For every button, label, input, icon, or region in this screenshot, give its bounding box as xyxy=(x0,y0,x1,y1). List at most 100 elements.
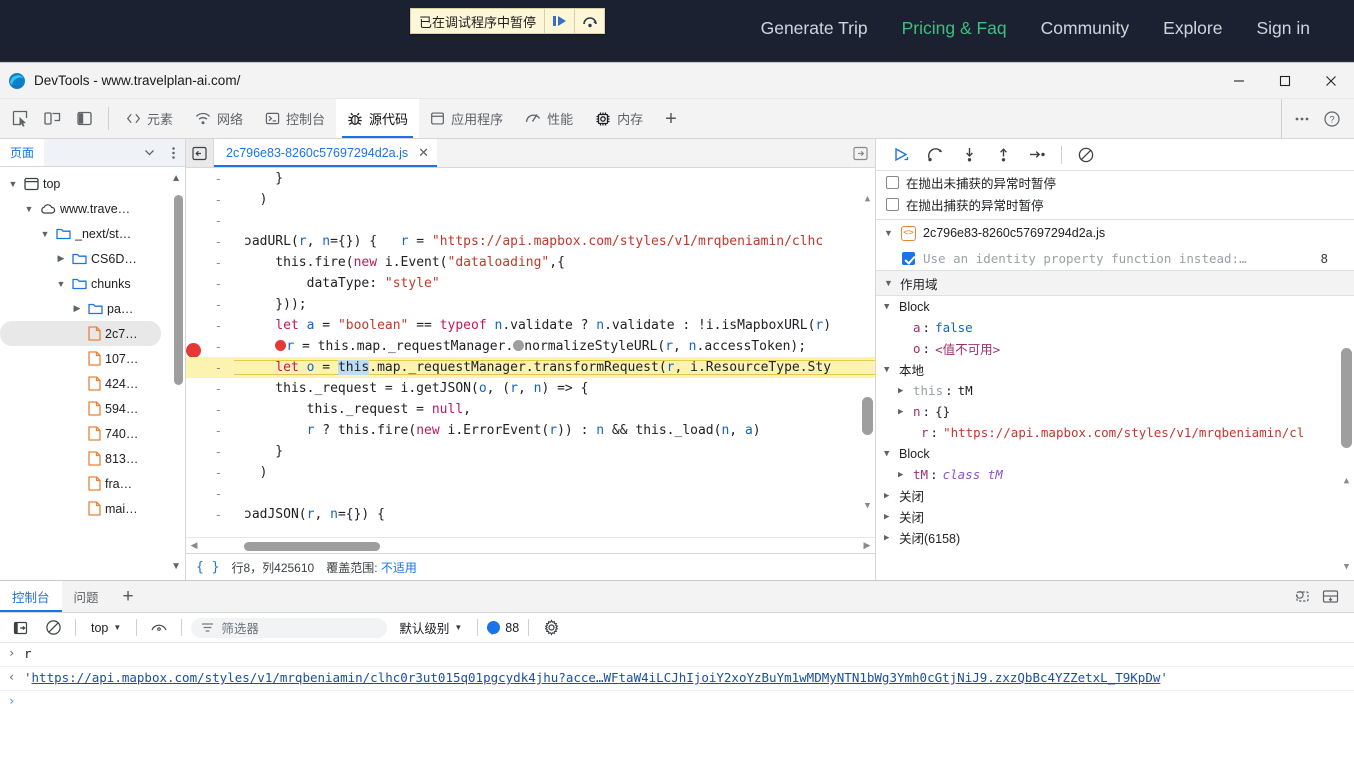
scope-variable-row[interactable]: a: false xyxy=(876,317,1354,338)
line-gutter[interactable]: - xyxy=(186,361,234,375)
no-entry-icon[interactable] xyxy=(40,616,66,640)
breakpoint-enabled-checkbox[interactable] xyxy=(902,251,915,265)
line-gutter[interactable]: - xyxy=(186,214,234,228)
issues-badge[interactable]: 88 xyxy=(487,621,519,635)
breakpoint-file-row[interactable]: ▼ <> 2c796e83-8260c57697294d2a.js xyxy=(876,220,1354,246)
code-line[interactable]: - ɔadURL(r, n={}) { r = "https://api.mapb… xyxy=(186,231,875,252)
line-gutter[interactable]: - xyxy=(186,424,234,438)
window-close-button[interactable] xyxy=(1308,63,1354,99)
chevron-right-icon[interactable]: ▶ xyxy=(898,407,908,417)
file-tree-item[interactable]: ▼ top xyxy=(0,171,185,196)
code-line[interactable]: - xyxy=(186,483,875,504)
scope-section-row[interactable]: ▶ 关闭 xyxy=(876,506,1354,527)
line-gutter[interactable]: - xyxy=(186,382,234,396)
scope-section-header[interactable]: ▼ 作用域 xyxy=(876,270,1354,296)
scope-variable-row[interactable]: ▶ tM: class tM xyxy=(876,464,1354,485)
file-tree-item[interactable]: ▼ _next/st… xyxy=(0,221,185,246)
file-tree-scrollbar[interactable]: ▲ ▼ xyxy=(171,173,183,572)
file-tree-item[interactable]: ▼ chunks xyxy=(0,271,185,296)
chevron-down-icon[interactable]: ▼ xyxy=(54,279,68,289)
chevron-right-icon[interactable]: ▶ xyxy=(884,491,894,501)
editor-tab-file[interactable]: 2c796e83-8260c57697294d2a.js ✕ xyxy=(214,139,438,167)
file-tree-item[interactable]: 594… xyxy=(0,396,185,421)
scroll-up-arrow-icon[interactable]: ▲ xyxy=(862,192,873,206)
line-gutter[interactable]: - xyxy=(186,403,234,417)
code-line[interactable]: - this.fire(new i.Event("dataloading",{ xyxy=(186,252,875,273)
resume-script-icon[interactable] xyxy=(886,142,916,168)
file-tree-item[interactable]: mai… xyxy=(0,496,185,521)
code-line[interactable]: - r = this.map._requestManager. normalize… xyxy=(186,336,875,358)
scroll-up-arrow-icon[interactable]: ▲ xyxy=(171,173,181,184)
nav-link-generate-trip[interactable]: Generate Trip xyxy=(761,18,868,39)
tab-performance[interactable]: 性能 xyxy=(514,99,584,138)
breakpoint-marker-icon[interactable] xyxy=(186,342,201,358)
line-gutter[interactable]: - xyxy=(186,508,234,522)
file-tree-item[interactable]: ▼ www.trave… xyxy=(0,196,185,221)
coverage-status[interactable]: 覆盖范围: 不适用 xyxy=(326,559,417,576)
restore-drawer-icon[interactable] xyxy=(1288,585,1312,609)
inspect-element-icon[interactable] xyxy=(6,105,34,133)
code-line[interactable]: - ) xyxy=(186,462,875,483)
pause-caught-exceptions-row[interactable]: 在抛出捕获的异常时暂停 xyxy=(876,193,1354,215)
chevron-down-icon[interactable]: ▼ xyxy=(38,229,52,239)
chevron-down-icon[interactable]: ▼ xyxy=(884,365,894,375)
nav-link-explore[interactable]: Explore xyxy=(1163,18,1222,39)
pause-caught-exceptions-checkbox[interactable] xyxy=(886,197,899,211)
resume-script-icon[interactable] xyxy=(544,9,574,33)
line-gutter[interactable]: - xyxy=(186,235,234,249)
step-into-icon[interactable] xyxy=(954,142,984,168)
tab-sources[interactable]: 源代码 xyxy=(336,99,420,138)
file-tree-item[interactable]: fra… xyxy=(0,471,185,496)
code-line[interactable]: - let o = this.map._requestManager.trans… xyxy=(186,357,875,378)
chevron-right-icon[interactable]: ▶ xyxy=(54,253,68,264)
tab-elements[interactable]: 元素 xyxy=(115,99,184,138)
line-gutter[interactable]: - xyxy=(186,466,234,480)
pause-uncaught-exceptions-row[interactable]: 在抛出未捕获的异常时暂停 xyxy=(876,171,1354,193)
line-gutter[interactable]: - xyxy=(186,193,234,207)
step-out-icon[interactable] xyxy=(988,142,1018,168)
clear-console-icon[interactable] xyxy=(8,616,34,640)
device-toolbar-icon[interactable] xyxy=(38,105,66,133)
scope-section-row[interactable]: ▼ Block xyxy=(876,443,1354,464)
code-line[interactable]: - })); xyxy=(186,294,875,315)
chevron-down-icon[interactable] xyxy=(137,139,161,166)
scope-variable-row[interactable]: ▶ this: tM xyxy=(876,380,1354,401)
code-line[interactable]: - r ? this.fire(new i.ErrorEvent(r)) : n… xyxy=(186,420,875,441)
scope-scroll-down-arrow-icon[interactable]: ▼ xyxy=(1341,560,1352,574)
chevron-right-icon[interactable]: ▶ xyxy=(884,533,894,543)
chevron-right-icon[interactable]: ▶ xyxy=(898,386,908,396)
open-in-new-icon[interactable] xyxy=(845,139,875,167)
pretty-print-button[interactable]: { } xyxy=(196,560,219,575)
scroll-down-arrow-icon[interactable]: ▼ xyxy=(862,499,873,513)
chevron-down-icon[interactable]: ▼ xyxy=(884,449,894,459)
scroll-left-arrow-icon[interactable]: ◀ xyxy=(186,540,202,551)
code-horizontal-scrollbar[interactable]: ◀ ▶ xyxy=(186,537,875,553)
code-line[interactable]: - this._request = i.getJSON(o, (r, n) =>… xyxy=(186,378,875,399)
line-gutter[interactable]: - xyxy=(186,487,234,501)
navigate-back-icon[interactable] xyxy=(186,139,214,167)
file-tree-item[interactable]: 2c7… xyxy=(0,321,161,346)
drawer-tab-console[interactable]: 控制台 xyxy=(0,581,62,612)
step-icon[interactable] xyxy=(1022,142,1052,168)
tab-network[interactable]: 网络 xyxy=(184,99,254,138)
scope-section-row[interactable]: ▶ 关闭(6158) xyxy=(876,527,1354,548)
file-tree-item[interactable]: 813… xyxy=(0,446,185,471)
line-gutter[interactable]: - xyxy=(186,319,234,333)
code-line[interactable]: - let a = "boolean" == typeof n.validate… xyxy=(186,315,875,336)
file-tree-item[interactable]: 424… xyxy=(0,371,185,396)
code-viewer[interactable]: - } - ) - - ɔadURL(r, n={}) { r = "https://a… xyxy=(186,168,875,537)
file-tree-item[interactable]: ▶ pa… xyxy=(0,296,185,321)
dock-side-icon[interactable] xyxy=(70,105,98,133)
window-minimize-button[interactable] xyxy=(1216,63,1262,99)
chevron-down-icon[interactable]: ▼ xyxy=(22,204,36,214)
chevron-down-icon[interactable]: ▼ xyxy=(884,228,894,238)
scroll-right-arrow-icon[interactable]: ▶ xyxy=(859,540,875,551)
console-filter-input[interactable]: 筛选器 xyxy=(191,617,388,638)
add-panel-button[interactable]: + xyxy=(654,99,688,138)
scope-variable-row[interactable]: r: "https://api.mapbox.com/styles/v1/mrq… xyxy=(876,422,1354,443)
more-options-button[interactable] xyxy=(1288,105,1316,133)
code-vertical-scrollbar[interactable]: ▲ ▼ xyxy=(862,192,873,513)
scope-section-row[interactable]: ▼ 本地 xyxy=(876,359,1354,380)
line-gutter[interactable]: - xyxy=(186,256,234,270)
step-over-icon[interactable] xyxy=(920,142,950,168)
